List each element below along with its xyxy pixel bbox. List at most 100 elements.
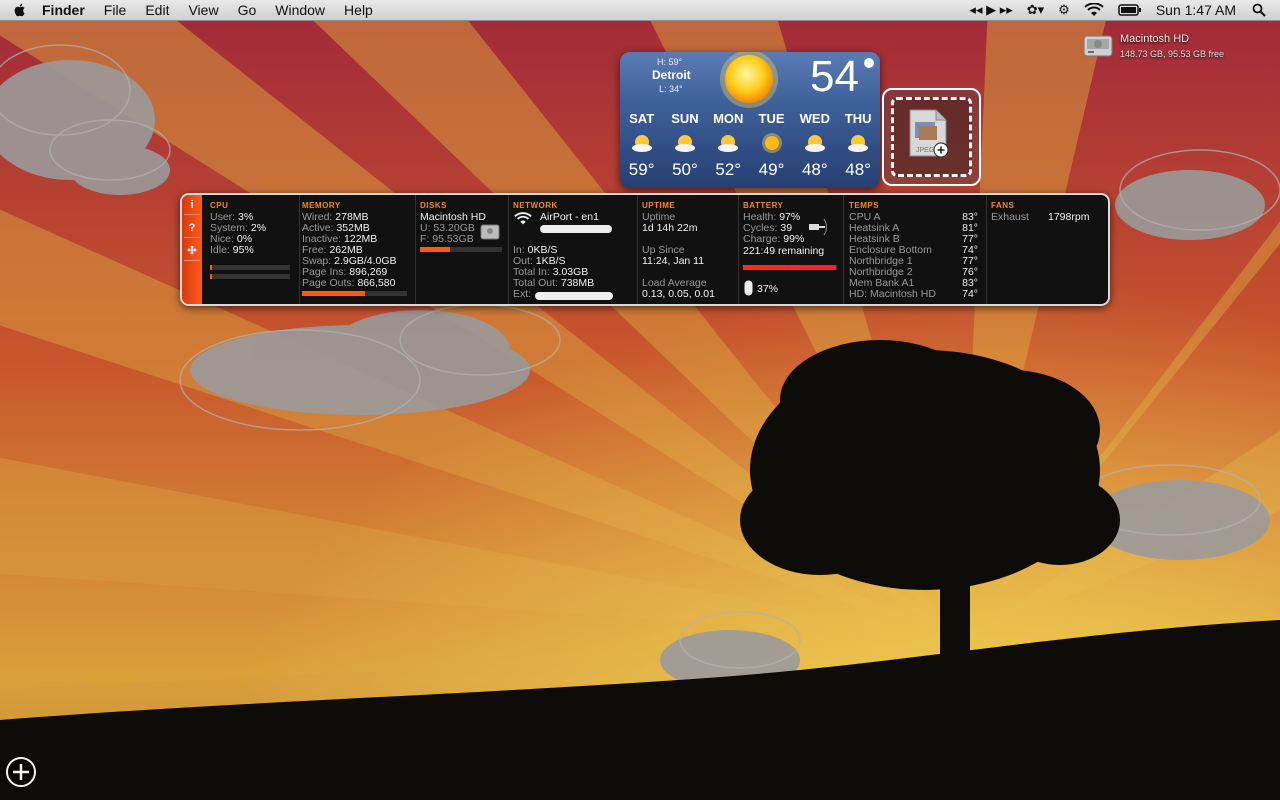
weather-widget[interactable]: H: 59° Detroit L: 34° 54 SAT 59° SUN 50°…	[620, 52, 880, 188]
menu-clock[interactable]: Sun 1:47 AM	[1156, 2, 1236, 18]
add-widgets-button[interactable]	[5, 756, 37, 788]
svg-text:JPEG: JPEG	[916, 147, 934, 154]
istat-help-button[interactable]: ?	[184, 220, 200, 238]
fan-rpm: 1798rpm	[1048, 211, 1090, 223]
cpu-system-bar	[210, 274, 290, 279]
mouse-battery-value: 37%	[757, 283, 779, 295]
spotlight-icon[interactable]	[1252, 3, 1266, 17]
istat-prefs-button[interactable]: ✣	[184, 243, 200, 261]
menu-edit[interactable]: Edit	[145, 0, 169, 20]
cpu-section: CPU User: 3% System: 2% Nice: 0% Idle: 9…	[208, 195, 298, 304]
weather-current-temp: 54	[810, 52, 859, 101]
network-title: NETWORK	[513, 201, 558, 210]
weather-high: H: 59°	[657, 57, 683, 67]
sun-icon	[720, 52, 778, 108]
network-section: NETWORK AirPort - en1 In: 0KB/S Out: 1KB…	[508, 195, 637, 304]
disks-section: DISKS Macintosh HD U: 53.20GB F: 95.53GB	[415, 195, 508, 304]
temp-label: HD: Macintosh HD	[849, 288, 936, 300]
gear-icon[interactable]: ⚙	[1058, 2, 1070, 18]
forecast-day: MON 52°	[707, 108, 750, 182]
sun-cloud-icon	[631, 135, 652, 152]
wifi-icon	[514, 212, 532, 225]
battery-label: Charge:	[743, 233, 781, 245]
redacted-external-ip	[535, 292, 613, 300]
media-controls-icon[interactable]: ◂◂ ▶ ▸▸	[969, 2, 1012, 18]
forecast-day-name: TUE	[758, 111, 785, 126]
menu-help[interactable]: Help	[344, 0, 373, 20]
cpu-title: CPU	[210, 201, 229, 210]
memory-title: MEMORY	[302, 201, 341, 210]
forecast-day-name: SAT	[629, 111, 655, 126]
menu-view[interactable]: View	[188, 0, 218, 20]
desktop-disk-macintosh-hd[interactable]: Macintosh HD 148.73 GB, 95.53 GB free	[1083, 30, 1273, 62]
sun-cloud-icon	[804, 135, 825, 152]
istat-info-button[interactable]: i	[184, 197, 200, 215]
forecast-day-temp: 48°	[801, 160, 828, 179]
cpu-value: 95%	[232, 244, 254, 256]
menu-go[interactable]: Go	[238, 0, 257, 20]
wifi-icon[interactable]	[1084, 3, 1104, 17]
memory-value: 866,580	[357, 277, 396, 289]
fans-section: FANS Exhaust 1798rpm	[986, 195, 1107, 304]
uptime-value: 1d 14h 22m	[642, 222, 698, 234]
disk-info: 148.73 GB, 95.53 GB free	[1120, 49, 1225, 59]
flower-icon[interactable]: ✿▾	[1027, 2, 1044, 18]
weather-forecast: SAT 59° SUN 50° MON 52° TUE 49° WED 48° …	[620, 108, 880, 182]
disks-free: F: 95.53GB	[420, 233, 474, 245]
forecast-day: WED 48°	[793, 108, 836, 182]
sun-cloud-icon	[674, 135, 695, 152]
forecast-day: TUE 49°	[750, 108, 793, 182]
battery-title: BATTERY	[743, 201, 784, 210]
cpu-label: Idle:	[210, 244, 230, 256]
weather-city: Detroit	[652, 68, 691, 82]
forecast-day-temp: 49°	[758, 160, 785, 179]
disk-usage-bar	[420, 247, 502, 252]
cpu-value: 2%	[250, 222, 267, 234]
mouse-icon	[744, 280, 753, 296]
istat-widget[interactable]: i ? ✣ CPU User: 3% System: 2% Nice: 0% I…	[180, 193, 1110, 306]
forecast-day-temp: 48°	[845, 160, 871, 179]
menu-window[interactable]: Window	[275, 0, 325, 20]
forecast-day-temp: 52°	[715, 160, 742, 179]
forecast-day-name: SUN	[671, 111, 699, 126]
memory-usage-bar	[302, 291, 407, 296]
hard-drive-icon	[480, 224, 500, 240]
battery-charge-bar	[743, 265, 837, 270]
fans-title: FANS	[991, 201, 1015, 210]
memory-section: MEMORY Wired: 278MB Active: 352MB Inacti…	[299, 195, 415, 304]
forecast-day-name: MON	[713, 111, 744, 126]
temps-title: TEMPS	[849, 201, 880, 210]
uptime-title: UPTIME	[642, 201, 676, 210]
forecast-day-temp: 59°	[628, 160, 655, 179]
network-value: 738MB	[560, 277, 595, 289]
cpu-user-bar	[210, 265, 290, 270]
hard-drive-icon	[1083, 35, 1113, 57]
menu-file[interactable]: File	[104, 0, 127, 20]
disk-name: Macintosh HD	[1120, 33, 1190, 45]
disks-title: DISKS	[420, 201, 447, 210]
jpeg-document-icon: JPEG	[909, 109, 948, 158]
weather-info-button[interactable]	[864, 58, 874, 68]
weather-low: L: 34°	[659, 84, 683, 94]
battery-section: BATTERY Health: 97% Cycles: 39 Charge: 9…	[738, 195, 843, 304]
menu-finder[interactable]: Finder	[42, 0, 85, 20]
forecast-day-temp: 50°	[672, 160, 698, 179]
network-interface: AirPort - en1	[540, 211, 599, 223]
add-widget-dropzone[interactable]: JPEG	[882, 88, 981, 186]
temps-section: TEMPS CPU A 83° Heatsink A 81° Heatsink B7…	[843, 195, 986, 304]
power-plug-icon	[809, 218, 827, 236]
load-average-value: 0.13, 0.05, 0.01	[642, 288, 715, 300]
fan-name: Exhaust	[991, 211, 1029, 223]
battery-icon[interactable]	[1118, 4, 1142, 16]
menu-bar: Finder File Edit View Go Window Help ◂◂ …	[0, 0, 1280, 21]
forecast-day: SUN 50°	[663, 108, 706, 182]
forecast-day-name: THU	[844, 111, 872, 126]
forecast-day: SAT 59°	[620, 108, 663, 182]
redacted-ip	[540, 225, 612, 233]
sun-icon	[761, 133, 782, 153]
forecast-day-name: WED	[799, 111, 830, 126]
up-since-value: 11:24, Jan 11	[642, 255, 705, 267]
apple-icon[interactable]	[12, 2, 28, 18]
sun-cloud-icon	[718, 135, 739, 152]
temp-value: 74°	[962, 288, 978, 300]
